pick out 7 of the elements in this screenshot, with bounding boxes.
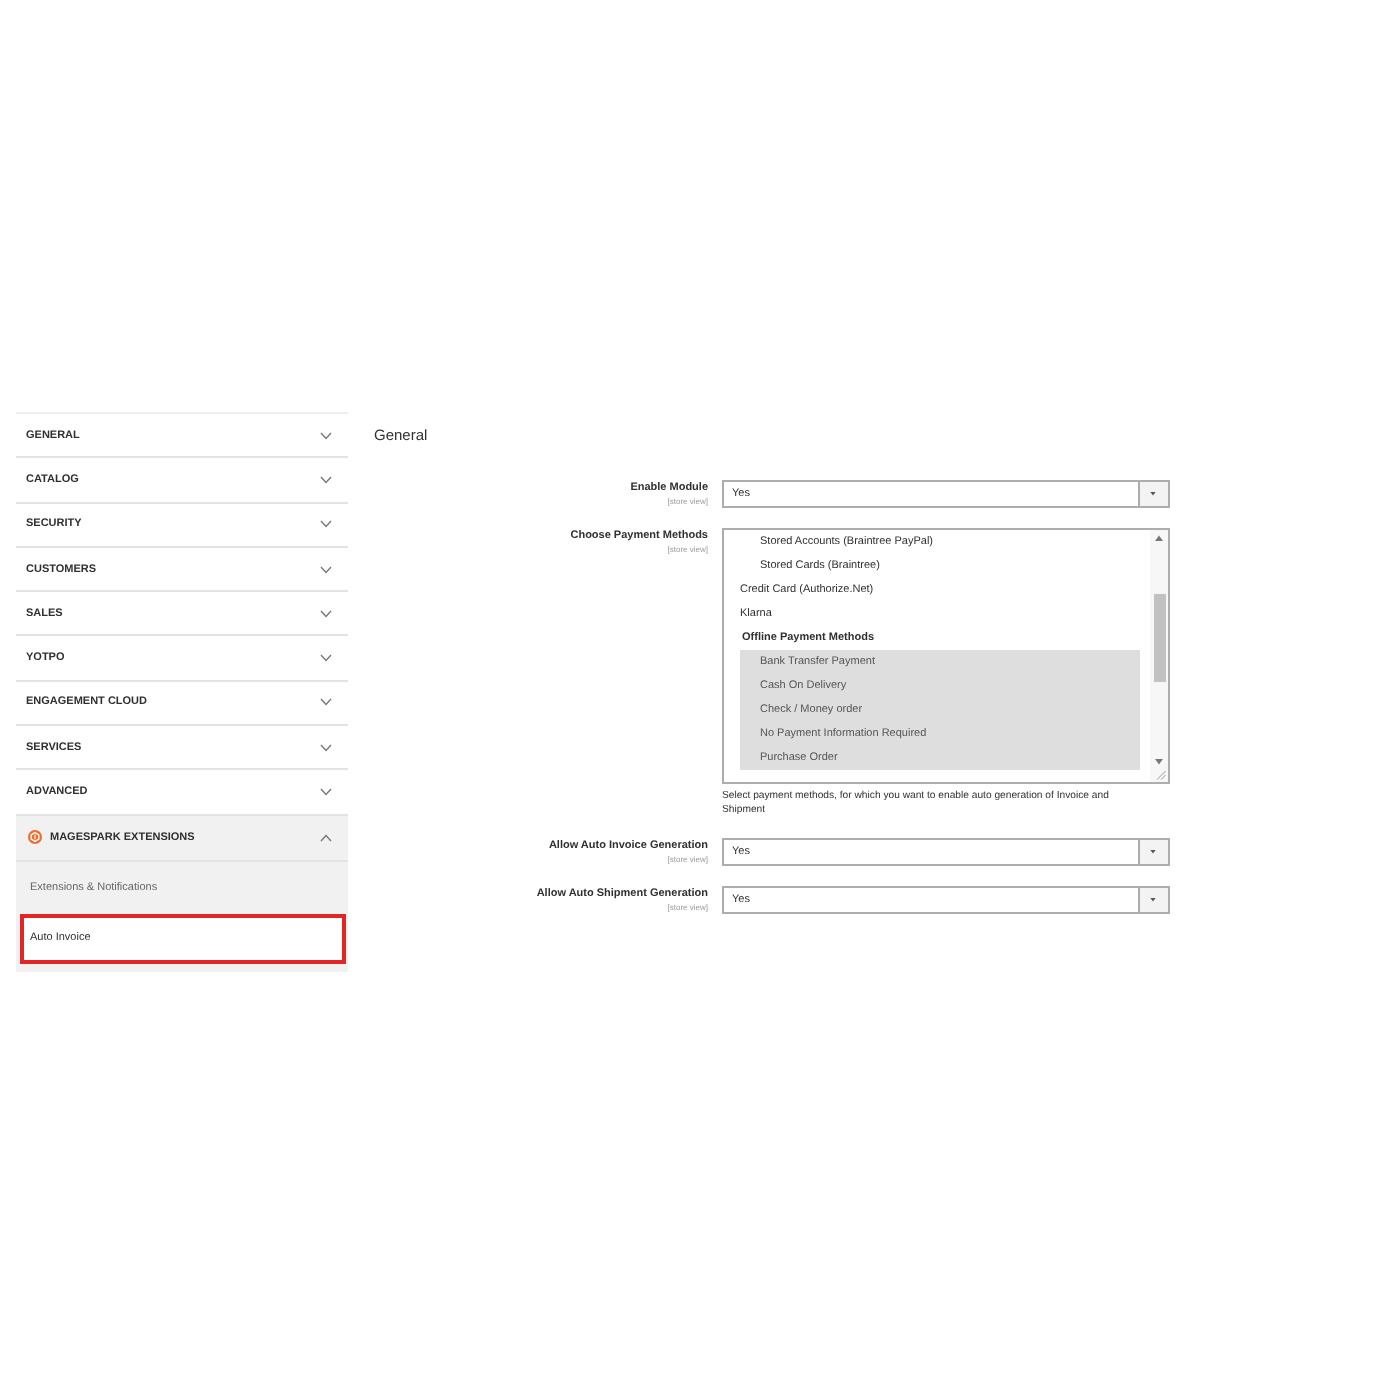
logo-icon bbox=[28, 830, 42, 845]
scrollbar[interactable] bbox=[1150, 530, 1168, 782]
scroll-down-arrow-icon[interactable] bbox=[1154, 758, 1164, 766]
scrollbar-thumb[interactable] bbox=[1153, 594, 1165, 682]
multiselect-field[interactable] bbox=[722, 528, 1170, 784]
scroll-up-arrow-icon[interactable] bbox=[1154, 534, 1164, 542]
resize-grip-icon[interactable] bbox=[1156, 770, 1166, 780]
